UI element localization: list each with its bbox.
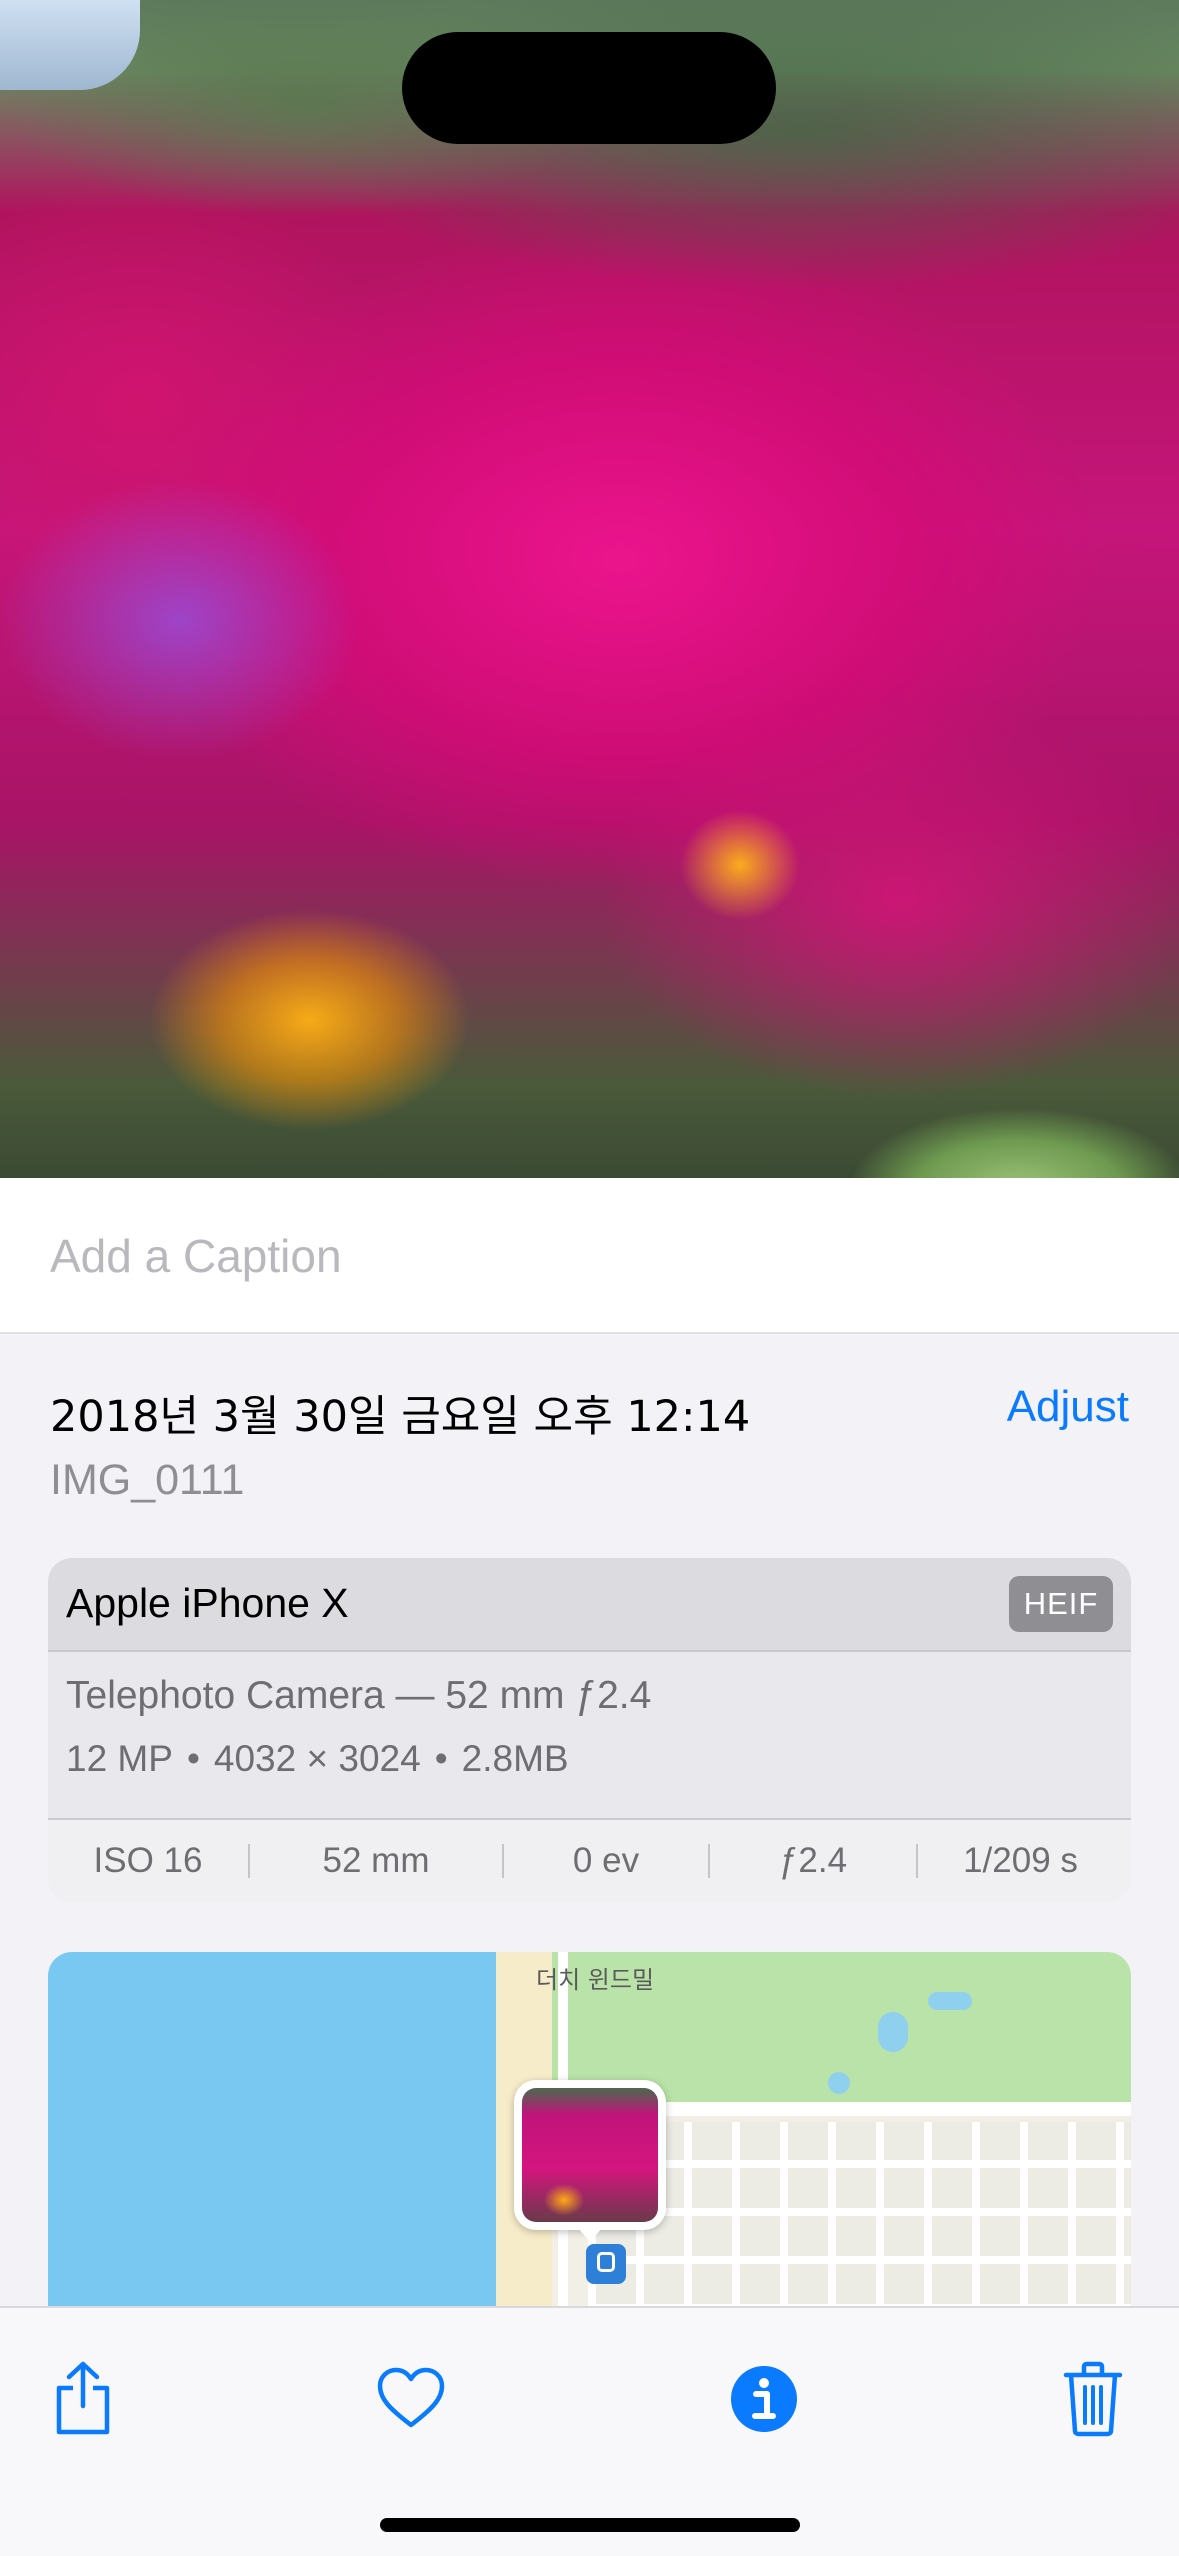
map-water [48,1952,526,2312]
lens-info: Telephoto Camera — 52 mm ƒ2.4 [66,1674,652,1717]
map-pin-pointer [578,2228,602,2242]
device-name: Apple iPhone X [66,1580,349,1626]
favorite-button[interactable] [366,2354,456,2444]
info-icon [731,2366,797,2432]
share-button[interactable] [38,2354,128,2444]
trash-icon [1063,2361,1123,2437]
photo-filename: IMG_0111 [50,1456,245,1504]
format-badge: HEIF [1009,1576,1113,1632]
caption-input[interactable] [50,1224,1130,1288]
file-size: 2.8MB [461,1738,569,1779]
info-button[interactable] [719,2354,809,2444]
photo-succulent [849,1078,1179,1178]
heart-icon [377,2367,445,2428]
image-specs: 12 MP • 4032 × 3024 • 2.8MB [66,1738,569,1780]
dynamic-island [402,32,776,144]
photo-sky [0,0,140,90]
map-photo-thumbnail [522,2088,658,2222]
map-lake [828,2072,850,2094]
spec-separator: • [186,1738,200,1779]
exif-shutter: 1/209 s [963,1841,1078,1880]
camera-info-header: Apple iPhone X HEIF [48,1558,1131,1652]
map-lake [928,1992,972,2010]
location-map[interactable]: 더치 윈드밀 [48,1952,1131,2312]
bottom-toolbar [0,2306,1179,2556]
megapixels: 12 MP [66,1738,173,1779]
exif-row: ISO 16 52 mm 0 ev ƒ2.4 1/209 s [48,1818,1131,1902]
exif-ev: 0 ev [572,1841,640,1880]
map-photo-pin[interactable] [514,2080,666,2230]
exif-focal-length: 52 mm [322,1841,430,1880]
caption-bar [0,1178,1179,1334]
map-streets [588,2122,1131,2312]
exif-aperture: ƒ2.4 [778,1841,848,1880]
exif-iso: ISO 16 [93,1841,203,1880]
map-lake [878,2012,908,2052]
photo-datetime: 2018년 3월 30일 금요일 오후 12:14 [50,1392,751,1442]
resolution: 4032 × 3024 [213,1738,421,1779]
delete-button[interactable] [1048,2354,1138,2444]
map-place-label: 더치 윈드밀 [536,1966,655,1994]
share-icon [56,2361,110,2435]
camera-info-card: Apple iPhone X HEIF Telephoto Camera — 5… [48,1558,1131,1902]
home-indicator[interactable] [380,2518,800,2532]
photo-view[interactable] [0,0,1179,1178]
spec-separator: • [434,1738,448,1779]
transit-icon [586,2244,626,2284]
adjust-button[interactable]: Adjust [1007,1382,1129,1432]
